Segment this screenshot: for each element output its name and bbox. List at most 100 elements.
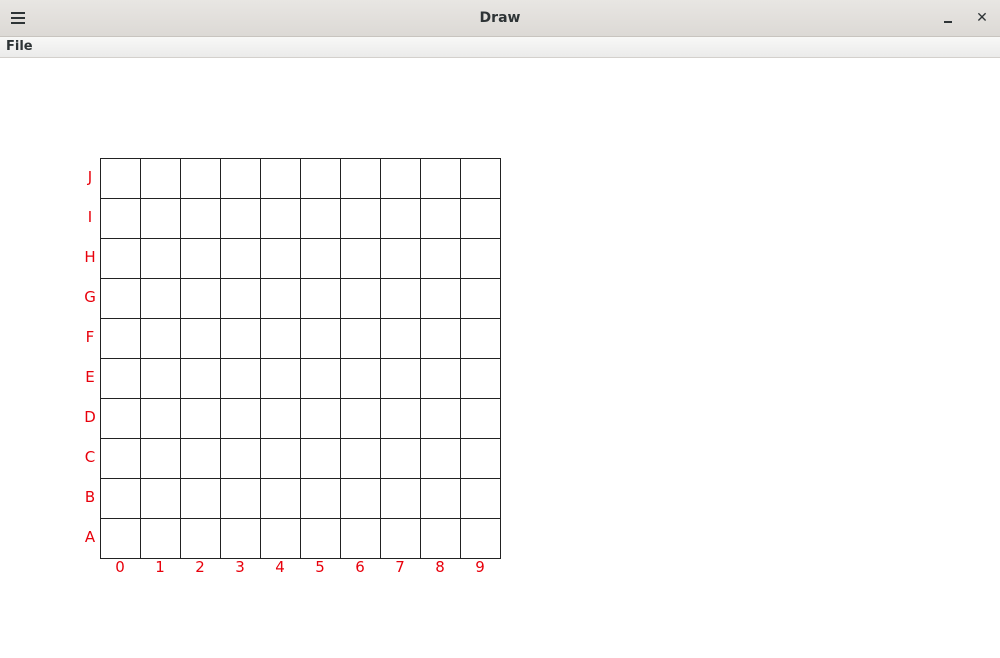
grid-cell-C4[interactable] bbox=[260, 438, 300, 478]
grid-cell-J1[interactable] bbox=[140, 158, 180, 198]
grid-cell-B2[interactable] bbox=[180, 478, 220, 518]
grid-cell-F2[interactable] bbox=[180, 318, 220, 358]
grid-cell-F5[interactable] bbox=[300, 318, 340, 358]
grid-cell-G9[interactable] bbox=[460, 278, 500, 318]
grid-cell-H3[interactable] bbox=[220, 238, 260, 278]
grid-cell-G6[interactable] bbox=[340, 278, 380, 318]
board-grid[interactable] bbox=[100, 158, 500, 558]
grid-cell-F1[interactable] bbox=[140, 318, 180, 358]
grid-cell-E4[interactable] bbox=[260, 358, 300, 398]
grid-cell-H7[interactable] bbox=[380, 238, 420, 278]
grid-cell-G5[interactable] bbox=[300, 278, 340, 318]
grid-cell-J2[interactable] bbox=[180, 158, 220, 198]
grid-cell-B8[interactable] bbox=[420, 478, 460, 518]
grid-cell-J5[interactable] bbox=[300, 158, 340, 198]
grid-cell-A4[interactable] bbox=[260, 518, 300, 558]
grid-cell-D7[interactable] bbox=[380, 398, 420, 438]
grid-cell-H1[interactable] bbox=[140, 238, 180, 278]
grid-cell-H0[interactable] bbox=[100, 238, 140, 278]
grid-cell-J6[interactable] bbox=[340, 158, 380, 198]
grid-cell-G4[interactable] bbox=[260, 278, 300, 318]
grid-cell-C2[interactable] bbox=[180, 438, 220, 478]
grid-cell-F3[interactable] bbox=[220, 318, 260, 358]
grid-cell-F4[interactable] bbox=[260, 318, 300, 358]
grid-cell-D9[interactable] bbox=[460, 398, 500, 438]
grid-cell-I2[interactable] bbox=[180, 198, 220, 238]
grid-cell-F8[interactable] bbox=[420, 318, 460, 358]
grid-cell-H5[interactable] bbox=[300, 238, 340, 278]
grid-cell-H8[interactable] bbox=[420, 238, 460, 278]
grid-cell-C6[interactable] bbox=[340, 438, 380, 478]
grid-cell-I1[interactable] bbox=[140, 198, 180, 238]
grid-cell-B1[interactable] bbox=[140, 478, 180, 518]
grid-cell-F6[interactable] bbox=[340, 318, 380, 358]
minimize-button[interactable] bbox=[937, 8, 959, 28]
grid-cell-J4[interactable] bbox=[260, 158, 300, 198]
grid-cell-E6[interactable] bbox=[340, 358, 380, 398]
grid-cell-D8[interactable] bbox=[420, 398, 460, 438]
grid-cell-H2[interactable] bbox=[180, 238, 220, 278]
grid-cell-C9[interactable] bbox=[460, 438, 500, 478]
grid-cell-H4[interactable] bbox=[260, 238, 300, 278]
grid-cell-C8[interactable] bbox=[420, 438, 460, 478]
grid-cell-D6[interactable] bbox=[340, 398, 380, 438]
grid-cell-B7[interactable] bbox=[380, 478, 420, 518]
grid-cell-D1[interactable] bbox=[140, 398, 180, 438]
grid-cell-B0[interactable] bbox=[100, 478, 140, 518]
grid-cell-A3[interactable] bbox=[220, 518, 260, 558]
grid-cell-A7[interactable] bbox=[380, 518, 420, 558]
grid-cell-B3[interactable] bbox=[220, 478, 260, 518]
grid-cell-G0[interactable] bbox=[100, 278, 140, 318]
grid-cell-J0[interactable] bbox=[100, 158, 140, 198]
grid-cell-A6[interactable] bbox=[340, 518, 380, 558]
grid-cell-G2[interactable] bbox=[180, 278, 220, 318]
grid-cell-G8[interactable] bbox=[420, 278, 460, 318]
grid-cell-F7[interactable] bbox=[380, 318, 420, 358]
grid-cell-B9[interactable] bbox=[460, 478, 500, 518]
grid-cell-E3[interactable] bbox=[220, 358, 260, 398]
grid-cell-D0[interactable] bbox=[100, 398, 140, 438]
menu-file[interactable]: File bbox=[6, 39, 33, 54]
grid-cell-E0[interactable] bbox=[100, 358, 140, 398]
grid-cell-G1[interactable] bbox=[140, 278, 180, 318]
grid-cell-I6[interactable] bbox=[340, 198, 380, 238]
grid-cell-E8[interactable] bbox=[420, 358, 460, 398]
grid-cell-H6[interactable] bbox=[340, 238, 380, 278]
grid-cell-I0[interactable] bbox=[100, 198, 140, 238]
grid-cell-C5[interactable] bbox=[300, 438, 340, 478]
grid-cell-D2[interactable] bbox=[180, 398, 220, 438]
grid-cell-J7[interactable] bbox=[380, 158, 420, 198]
grid-cell-I4[interactable] bbox=[260, 198, 300, 238]
grid-cell-A1[interactable] bbox=[140, 518, 180, 558]
grid-cell-A8[interactable] bbox=[420, 518, 460, 558]
grid-cell-B5[interactable] bbox=[300, 478, 340, 518]
grid-cell-I5[interactable] bbox=[300, 198, 340, 238]
grid-cell-I7[interactable] bbox=[380, 198, 420, 238]
grid-cell-A0[interactable] bbox=[100, 518, 140, 558]
grid-cell-E7[interactable] bbox=[380, 358, 420, 398]
grid-cell-J8[interactable] bbox=[420, 158, 460, 198]
grid-cell-H9[interactable] bbox=[460, 238, 500, 278]
grid-cell-I9[interactable] bbox=[460, 198, 500, 238]
grid-cell-G7[interactable] bbox=[380, 278, 420, 318]
grid-cell-A9[interactable] bbox=[460, 518, 500, 558]
grid-cell-F9[interactable] bbox=[460, 318, 500, 358]
grid-cell-C1[interactable] bbox=[140, 438, 180, 478]
grid-cell-C7[interactable] bbox=[380, 438, 420, 478]
grid-cell-J3[interactable] bbox=[220, 158, 260, 198]
grid-cell-A2[interactable] bbox=[180, 518, 220, 558]
grid-cell-I8[interactable] bbox=[420, 198, 460, 238]
grid-cell-F0[interactable] bbox=[100, 318, 140, 358]
grid-cell-C0[interactable] bbox=[100, 438, 140, 478]
grid-cell-D3[interactable] bbox=[220, 398, 260, 438]
grid-cell-I3[interactable] bbox=[220, 198, 260, 238]
grid-cell-E1[interactable] bbox=[140, 358, 180, 398]
grid-cell-A5[interactable] bbox=[300, 518, 340, 558]
grid-cell-D4[interactable] bbox=[260, 398, 300, 438]
grid-cell-E2[interactable] bbox=[180, 358, 220, 398]
grid-cell-E9[interactable] bbox=[460, 358, 500, 398]
grid-cell-D5[interactable] bbox=[300, 398, 340, 438]
grid-cell-J9[interactable] bbox=[460, 158, 500, 198]
grid-cell-G3[interactable] bbox=[220, 278, 260, 318]
close-button[interactable]: ✕ bbox=[971, 8, 993, 28]
